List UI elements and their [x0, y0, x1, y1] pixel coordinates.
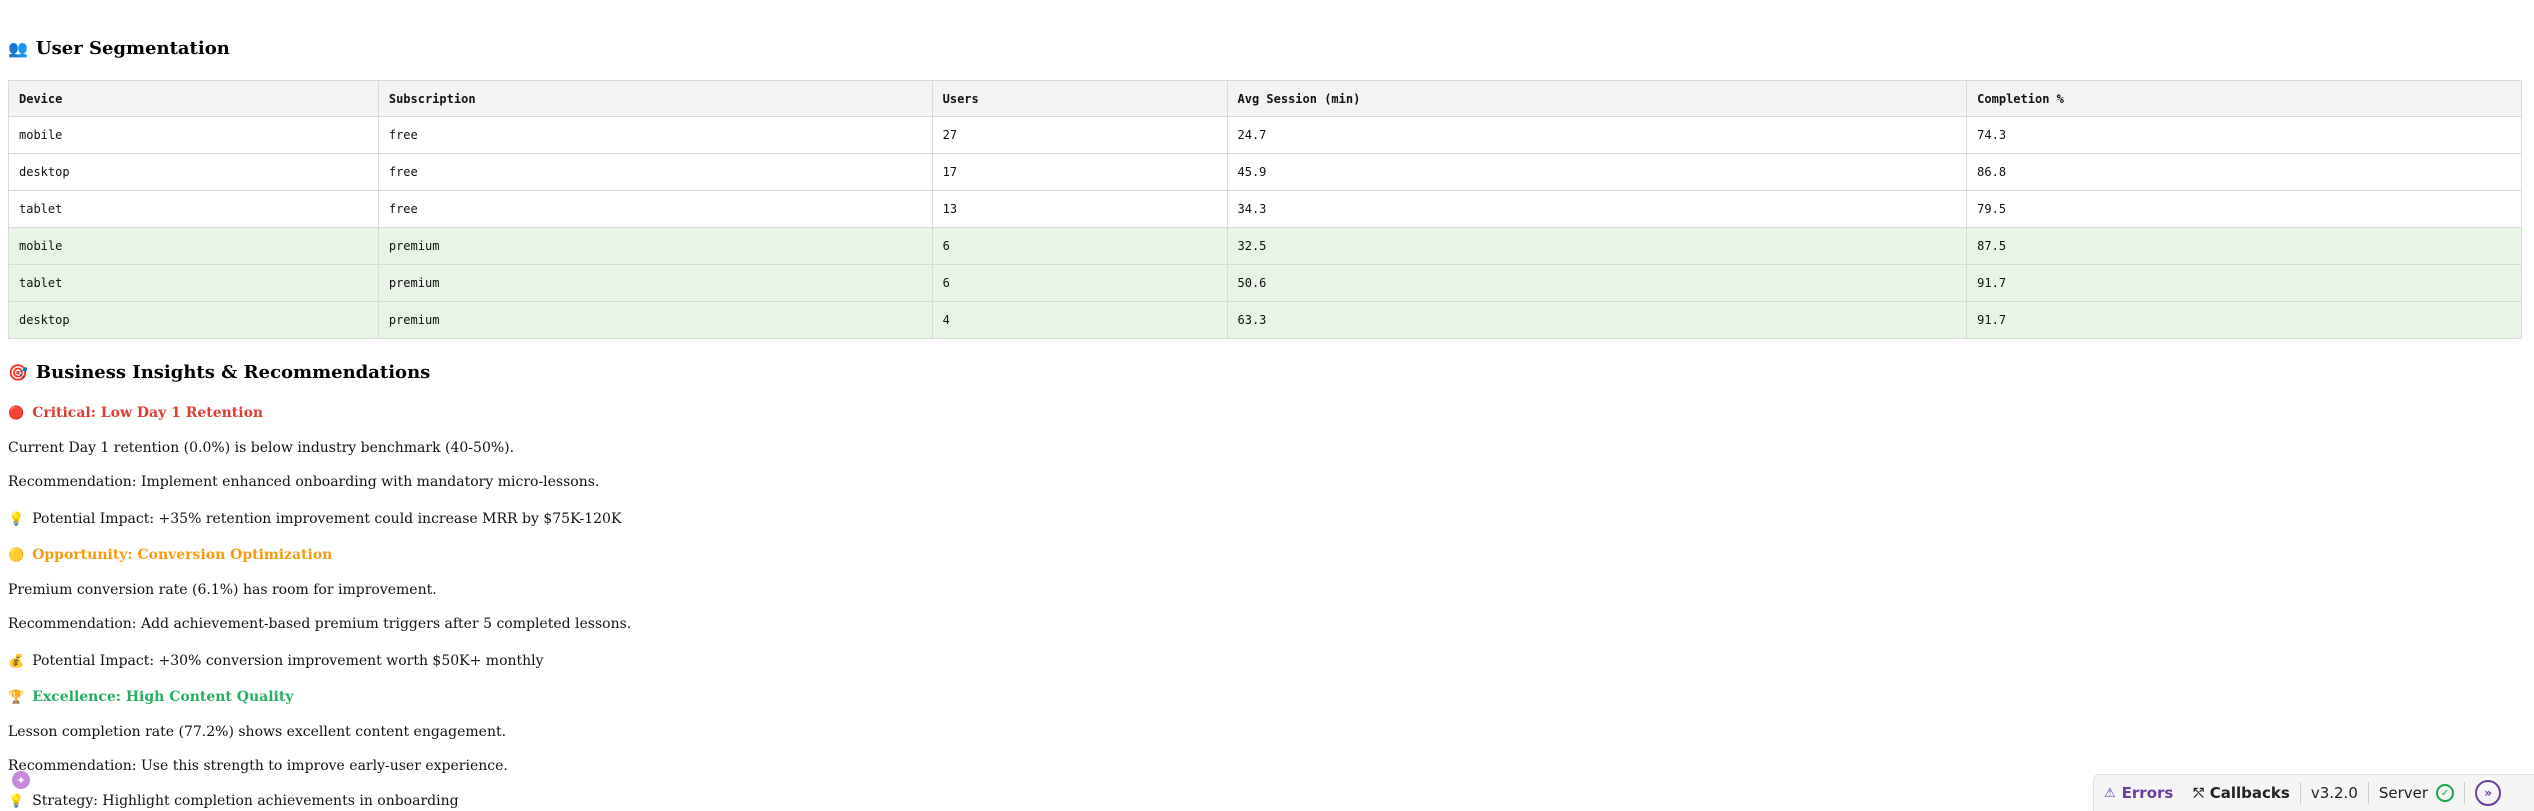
critical-heading-text: Critical: Low Day 1 Retention: [32, 405, 264, 421]
table-cell: 79.5: [1966, 190, 2522, 228]
lightbulb-icon: 💡: [8, 793, 25, 809]
segmentation-title-text: User Segmentation: [35, 38, 230, 59]
table-cell: 91.7: [1966, 264, 2522, 302]
table-cell: premium: [377, 227, 933, 265]
table-cell: tablet: [8, 264, 379, 302]
excellence-strategy-text: Strategy: Highlight completion achieveme…: [32, 793, 459, 809]
table-cell: mobile: [8, 227, 379, 265]
table-row: mobile free 27 24.7 74.3: [8, 116, 2522, 154]
table-row: desktop free 17 45.9 86.8: [8, 153, 2522, 191]
version-label: v3.2.0: [2310, 784, 2358, 802]
callbacks-label: Callbacks: [2209, 784, 2290, 802]
table-cell: premium: [377, 301, 933, 339]
table-row: mobile premium 6 32.5 87.5: [8, 227, 2522, 265]
errors-button[interactable]: ⚠ Errors: [2094, 775, 2183, 811]
excellence-heading: 🏆 Excellence: High Content Quality: [8, 689, 293, 705]
expand-button[interactable]: »: [2465, 775, 2511, 811]
trophy-icon: 🏆: [8, 689, 25, 705]
critical-heading: 🔴 Critical: Low Day 1 Retention: [8, 405, 263, 421]
table-cell: 24.7: [1226, 116, 1968, 154]
table-cell: 6: [931, 227, 1228, 265]
check-circle-icon: ✓: [2436, 784, 2455, 802]
excellence-recommendation: Recommendation: Use this strength to imp…: [8, 758, 508, 774]
table-cell: 87.5: [1966, 227, 2522, 265]
users-icon: 👥: [8, 39, 28, 58]
excellence-line1: Lesson completion rate (77.2%) shows exc…: [8, 724, 507, 740]
column-header[interactable]: Avg Session (min): [1226, 80, 1968, 117]
excellence-strategy: 💡 Strategy: Highlight completion achieve…: [8, 793, 459, 809]
critical-line1: Current Day 1 retention (0.0%) is below …: [8, 440, 515, 456]
column-header[interactable]: Subscription: [377, 80, 933, 117]
opportunity-recommendation: Recommendation: Add achievement-based pr…: [8, 616, 632, 632]
table-cell: 50.6: [1226, 264, 1968, 302]
table-row: tablet free 13 34.3 79.5: [8, 190, 2522, 228]
yellow-circle-icon: 🟡: [8, 547, 25, 563]
table-cell: 34.3: [1226, 190, 1968, 228]
table-cell: mobile: [8, 116, 379, 154]
critical-impact-text: Potential Impact: +35% retention improve…: [32, 511, 622, 527]
money-bag-icon: 💰: [8, 653, 25, 669]
errors-label: Errors: [2121, 784, 2174, 802]
excellence-heading-text: Excellence: High Content Quality: [32, 689, 294, 705]
table-row: desktop premium 4 63.3 91.7: [8, 301, 2522, 339]
brain-icon[interactable]: ✦: [12, 771, 30, 789]
table-cell: 17: [931, 153, 1228, 191]
red-circle-icon: 🔴: [8, 405, 25, 421]
table-cell: 45.9: [1226, 153, 1968, 191]
opportunity-heading-text: Opportunity: Conversion Optimization: [32, 547, 333, 563]
critical-recommendation: Recommendation: Implement enhanced onboa…: [8, 474, 600, 490]
opportunity-heading: 🟡 Opportunity: Conversion Optimization: [8, 547, 332, 563]
table-cell: 63.3: [1226, 301, 1968, 339]
segmentation-table: Device Subscription Users Avg Session (m…: [8, 80, 2522, 339]
server-status[interactable]: Server ✓: [2369, 775, 2464, 811]
segmentation-title: 👥 User Segmentation: [8, 38, 230, 59]
table-cell: premium: [377, 264, 933, 302]
table-row: tablet premium 6 50.6 91.7: [8, 264, 2522, 302]
table-cell: tablet: [8, 190, 379, 228]
chevron-right-icon: »: [2475, 780, 2502, 806]
lightbulb-icon: 💡: [8, 511, 25, 527]
table-header-row: Device Subscription Users Avg Session (m…: [8, 80, 2522, 117]
target-icon: 🎯: [8, 363, 28, 382]
column-header[interactable]: Completion %: [1966, 80, 2522, 117]
table-cell: 91.7: [1966, 301, 2522, 339]
table-cell: 86.8: [1966, 153, 2522, 191]
table-cell: free: [377, 153, 933, 191]
table-cell: free: [377, 190, 933, 228]
insights-title-text: Business Insights & Recommendations: [35, 362, 431, 383]
column-header[interactable]: Users: [931, 80, 1228, 117]
table-cell: 74.3: [1966, 116, 2522, 154]
warning-icon: ⚠: [2104, 785, 2116, 801]
table-cell: 6: [931, 264, 1228, 302]
critical-impact: 💡 Potential Impact: +35% retention impro…: [8, 511, 621, 527]
server-label: Server: [2378, 784, 2429, 802]
opportunity-impact-text: Potential Impact: +30% conversion improv…: [32, 653, 544, 669]
insights-title: 🎯 Business Insights & Recommendations: [8, 362, 430, 383]
table-cell: desktop: [8, 301, 379, 339]
table-cell: 27: [931, 116, 1228, 154]
callbacks-button[interactable]: ⤲ Callbacks: [2183, 775, 2299, 811]
table-cell: free: [377, 116, 933, 154]
opportunity-line1: Premium conversion rate (6.1%) has room …: [8, 582, 437, 598]
table-cell: 4: [931, 301, 1228, 339]
table-cell: 32.5: [1226, 227, 1968, 265]
opportunity-impact: 💰 Potential Impact: +30% conversion impr…: [8, 653, 544, 669]
table-cell: desktop: [8, 153, 379, 191]
callbacks-icon: ⤲: [2193, 785, 2204, 801]
table-cell: 13: [931, 190, 1228, 228]
column-header[interactable]: Device: [8, 80, 379, 117]
dev-tools-bar: ⚠ Errors ⤲ Callbacks v3.2.0 Server ✓ »: [2093, 774, 2534, 811]
